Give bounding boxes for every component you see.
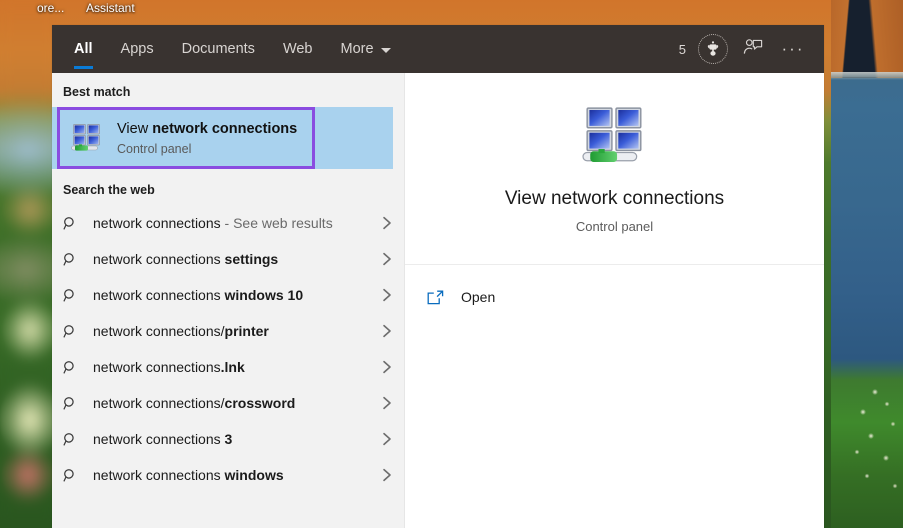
search-icon bbox=[63, 288, 90, 303]
web-suggestion-bold: windows bbox=[225, 467, 284, 483]
search-icon bbox=[63, 324, 90, 339]
search-header-actions: 5 bbox=[679, 30, 824, 68]
tab-web-label: Web bbox=[283, 41, 313, 57]
web-suggestion-bold: printer bbox=[225, 323, 269, 339]
chevron-right-icon bbox=[376, 216, 392, 230]
tab-web[interactable]: Web bbox=[269, 25, 327, 73]
web-suggestion-label: network connections.lnk bbox=[93, 359, 376, 375]
best-match-result[interactable]: View network connections Control panel bbox=[52, 107, 393, 169]
feedback-person-icon bbox=[743, 38, 763, 61]
web-suggestion-bold: 3 bbox=[225, 431, 233, 447]
web-suggestion-row[interactable]: network connections/printer bbox=[52, 313, 404, 349]
web-suggestion-row[interactable]: network connections - See web results bbox=[52, 205, 404, 241]
tab-documents[interactable]: Documents bbox=[168, 25, 269, 73]
web-suggestion-label: network connections 3 bbox=[93, 431, 376, 447]
more-options-button[interactable]: ··· bbox=[774, 30, 812, 68]
search-results-pane: Best match bbox=[52, 73, 404, 528]
trophy-icon bbox=[698, 34, 728, 64]
web-suggestion-row[interactable]: network connections.lnk bbox=[52, 349, 404, 385]
chevron-right-icon bbox=[376, 324, 392, 338]
search-icon bbox=[63, 360, 90, 375]
search-web-group-header: Search the web bbox=[52, 169, 404, 205]
web-suggestion-prefix: network connections/ bbox=[93, 323, 225, 339]
web-suggestion-bold: windows 10 bbox=[225, 287, 304, 303]
network-connections-icon bbox=[70, 122, 106, 154]
ellipsis-icon: ··· bbox=[782, 39, 805, 59]
desktop-wallpaper-blur bbox=[0, 0, 56, 528]
web-suggestion-suffix: - See web results bbox=[221, 215, 333, 231]
chevron-right-icon bbox=[376, 468, 392, 482]
rewards-button[interactable] bbox=[694, 30, 732, 68]
web-suggestions-list: network connections - See web resultsnet… bbox=[52, 205, 404, 493]
preview-card: View network connections Control panel bbox=[405, 73, 824, 265]
rewards-count: 5 bbox=[679, 42, 686, 57]
open-action-button[interactable]: Open bbox=[405, 275, 824, 319]
preview-title: View network connections bbox=[505, 188, 724, 210]
best-match-title: View network connections bbox=[117, 120, 297, 139]
web-suggestion-bold: settings bbox=[225, 251, 279, 267]
search-icon bbox=[63, 396, 90, 411]
best-match-subtitle: Control panel bbox=[117, 142, 297, 156]
web-suggestion-row[interactable]: network connections/crossword bbox=[52, 385, 404, 421]
chevron-down-icon bbox=[381, 48, 391, 53]
web-suggestion-label: network connections - See web results bbox=[93, 215, 376, 231]
web-suggestion-label: network connections/printer bbox=[93, 323, 376, 339]
web-suggestion-prefix: network connections bbox=[93, 287, 225, 303]
web-suggestion-prefix: network connections bbox=[93, 215, 221, 231]
desktop-icon-label-more: ore... bbox=[37, 1, 64, 15]
preview-subtitle: Control panel bbox=[576, 219, 653, 234]
search-icon bbox=[63, 432, 90, 447]
tab-more[interactable]: More bbox=[327, 25, 405, 73]
desktop-icon-label-assistant: Assistant bbox=[86, 1, 135, 15]
web-suggestion-row[interactable]: network connections windows 10 bbox=[52, 277, 404, 313]
web-suggestion-bold: crossword bbox=[225, 395, 296, 411]
tab-more-label: More bbox=[341, 41, 374, 57]
feedback-button[interactable] bbox=[734, 30, 772, 68]
tab-documents-label: Documents bbox=[182, 41, 255, 57]
network-connections-icon bbox=[579, 103, 651, 174]
search-icon bbox=[63, 468, 90, 483]
search-body: Best match bbox=[52, 73, 824, 528]
preview-pane: View network connections Control panel O… bbox=[404, 73, 824, 528]
chevron-right-icon bbox=[376, 288, 392, 302]
chevron-right-icon bbox=[376, 252, 392, 266]
desktop-wallpaper-right bbox=[831, 0, 903, 528]
web-suggestion-row[interactable]: network connections 3 bbox=[52, 421, 404, 457]
tab-apps-label: Apps bbox=[121, 41, 154, 57]
web-suggestion-label: network connections settings bbox=[93, 251, 376, 267]
web-suggestion-prefix: network connections bbox=[93, 467, 225, 483]
tab-apps[interactable]: Apps bbox=[107, 25, 168, 73]
web-suggestion-prefix: network connections bbox=[93, 251, 225, 267]
web-suggestion-prefix: network connections bbox=[93, 431, 225, 447]
search-icon bbox=[63, 216, 90, 231]
open-external-icon bbox=[427, 290, 461, 305]
web-suggestion-label: network connections/crossword bbox=[93, 395, 376, 411]
best-match-group-header: Best match bbox=[52, 73, 404, 107]
search-tabs: All Apps Documents Web More bbox=[60, 25, 405, 73]
chevron-right-icon bbox=[376, 396, 392, 410]
chevron-right-icon bbox=[376, 432, 392, 446]
search-icon bbox=[63, 252, 90, 267]
web-suggestion-prefix: network connections/ bbox=[93, 395, 225, 411]
web-suggestion-row[interactable]: network connections settings bbox=[52, 241, 404, 277]
web-suggestion-prefix: network connections bbox=[93, 359, 221, 375]
web-suggestion-label: network connections windows 10 bbox=[93, 287, 376, 303]
open-action-label: Open bbox=[461, 289, 495, 305]
chevron-right-icon bbox=[376, 360, 392, 374]
best-match-title-prefix: View bbox=[117, 121, 152, 137]
web-suggestion-bold: .lnk bbox=[221, 359, 245, 375]
tab-all[interactable]: All bbox=[60, 25, 107, 73]
windows-search-flyout: All Apps Documents Web More 5 bbox=[52, 25, 824, 528]
best-match-text: View network connections Control panel bbox=[117, 120, 297, 156]
best-match-title-bold: network connections bbox=[152, 121, 297, 137]
search-header: All Apps Documents Web More 5 bbox=[52, 25, 824, 73]
web-suggestion-label: network connections windows bbox=[93, 467, 376, 483]
web-suggestion-row[interactable]: network connections windows bbox=[52, 457, 404, 493]
tab-all-label: All bbox=[74, 41, 93, 57]
